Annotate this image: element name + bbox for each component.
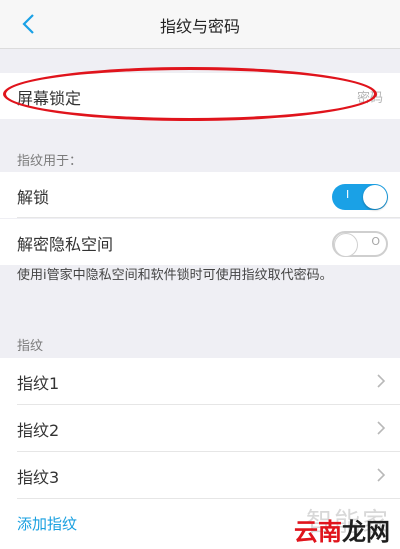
header-bar: 指纹与密码: [0, 0, 400, 49]
unlock-label: 解锁: [17, 188, 50, 207]
fingerprint-item-2[interactable]: 指纹2: [0, 405, 400, 452]
toggle-on-mark: I: [346, 188, 350, 201]
watermark-red-text: 云南: [294, 518, 342, 546]
usage-note: 使用i管家中隐私空间和软件锁时可使用指纹取代密码。: [17, 268, 333, 283]
unlock-row[interactable]: 解锁 I: [0, 172, 400, 218]
watermark-logo: 云南龙网: [294, 512, 390, 547]
page-title: 指纹与密码: [159, 17, 240, 36]
toggle-knob: [363, 185, 387, 209]
chevron-right-icon: [377, 374, 386, 388]
private-space-toggle[interactable]: O: [332, 231, 388, 257]
usage-section-title: 指纹用于：: [17, 154, 83, 169]
watermark-dark-text: 龙网: [342, 518, 390, 546]
toggle-knob: [334, 233, 358, 257]
add-fingerprint-link[interactable]: 添加指纹: [17, 513, 77, 534]
fingerprint-section-title: 指纹: [17, 339, 44, 354]
private-space-row[interactable]: 解密隐私空间 O: [0, 219, 400, 265]
screen-lock-row[interactable]: 屏幕锁定 密码: [0, 73, 400, 119]
fingerprint-label: 指纹1: [17, 374, 60, 393]
screen-lock-value: 密码: [356, 91, 383, 106]
unlock-toggle[interactable]: I: [332, 184, 388, 210]
chevron-right-icon: [377, 421, 386, 435]
fingerprint-label: 指纹3: [17, 468, 60, 487]
row-divider: [17, 217, 400, 218]
private-space-label: 解密隐私空间: [17, 235, 114, 254]
toggle-off-mark: O: [371, 235, 380, 248]
fingerprint-item-3[interactable]: 指纹3: [0, 452, 400, 499]
chevron-right-icon: [377, 468, 386, 482]
screen-lock-label: 屏幕锁定: [17, 89, 82, 108]
fingerprint-label: 指纹2: [17, 421, 60, 440]
fingerprint-item-1[interactable]: 指纹1: [0, 358, 400, 405]
